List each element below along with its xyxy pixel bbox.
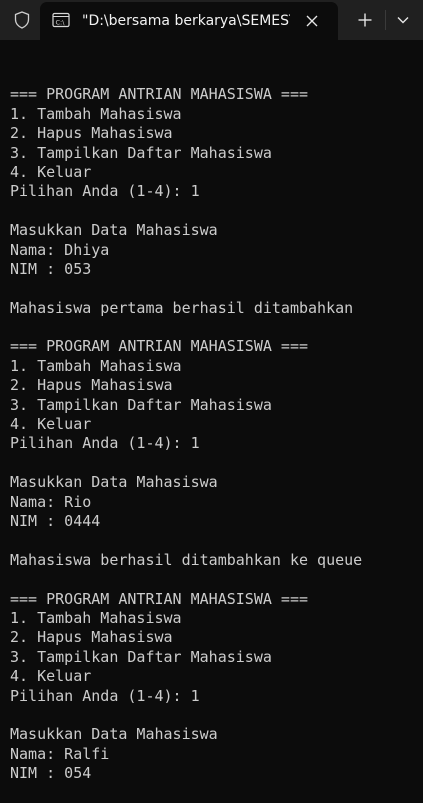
console-output[interactable]: === PROGRAM ANTRIAN MAHASISWA === 1. Tamb… <box>10 66 420 796</box>
tab-dropdown-button[interactable] <box>391 8 415 32</box>
console-line: Pilihan Anda (1-4): 1 <box>10 686 200 705</box>
console-line: 1. Tambah Mahasiswa <box>10 608 182 627</box>
console-line: Pilihan Anda (1-4): 1 <box>10 434 200 453</box>
console-line: NIM : 0444 <box>10 511 101 530</box>
console-line: 2. Hapus Mahasiswa <box>10 628 173 647</box>
console-line: 3. Tampilkan Daftar Mahasiswa <box>10 395 272 414</box>
close-icon[interactable] <box>302 11 322 31</box>
console-line: NIM : 053 <box>10 259 92 278</box>
console-line: === PROGRAM ANTRIAN MAHASISWA === <box>10 589 309 608</box>
console-line: 1. Tambah Mahasiswa <box>10 104 182 123</box>
console-line: 1. Tambah Mahasiswa <box>10 356 182 375</box>
console-line: Nama: Ralfi <box>10 744 110 763</box>
console-line: Mahasiswa berhasil ditambahkan ke queue <box>10 550 363 569</box>
titlebar-divider <box>385 10 386 30</box>
console-line: 3. Tampilkan Daftar Mahasiswa <box>10 143 272 162</box>
console-line: 4. Keluar <box>10 667 92 686</box>
terminal-icon: C:\ <box>52 12 70 28</box>
terminal-window: C:\ "D:\bersama berkarya\SEMESTER <box>0 0 423 803</box>
console-line: NIM : 054 <box>10 764 92 783</box>
chevron-down-icon <box>397 17 409 24</box>
console-line: Masukkan Data Mahasiswa <box>10 725 218 744</box>
console-line: Mahasiswa pertama berhasil ditambahkan <box>10 298 354 317</box>
console-line: 3. Tampilkan Daftar Mahasiswa <box>10 647 272 666</box>
console-line: 2. Hapus Mahasiswa <box>10 124 173 143</box>
shield-icon <box>11 9 33 31</box>
tab-title: "D:\bersama berkarya\SEMESTER <box>82 13 290 29</box>
console-line: 2. Hapus Mahasiswa <box>10 376 173 395</box>
console-line: === PROGRAM ANTRIAN MAHASISWA === <box>10 337 309 356</box>
title-bar: C:\ "D:\bersama berkarya\SEMESTER <box>0 0 423 40</box>
tab-terminal[interactable]: C:\ "D:\bersama berkarya\SEMESTER <box>40 2 338 40</box>
new-tab-button[interactable] <box>352 8 378 32</box>
console-line: Masukkan Data Mahasiswa <box>10 473 218 492</box>
plus-icon <box>358 13 372 27</box>
svg-text:C:\: C:\ <box>56 19 66 27</box>
console-line: Pilihan Anda (1-4): 1 <box>10 182 200 201</box>
console-line: Masukkan Data Mahasiswa <box>10 221 218 240</box>
console-line: === PROGRAM ANTRIAN MAHASISWA === <box>10 85 309 104</box>
console-line: 4. Keluar <box>10 162 92 181</box>
console-line: Nama: Rio <box>10 492 92 511</box>
console-line: Nama: Dhiya <box>10 240 110 259</box>
console-line: 4. Keluar <box>10 415 92 434</box>
